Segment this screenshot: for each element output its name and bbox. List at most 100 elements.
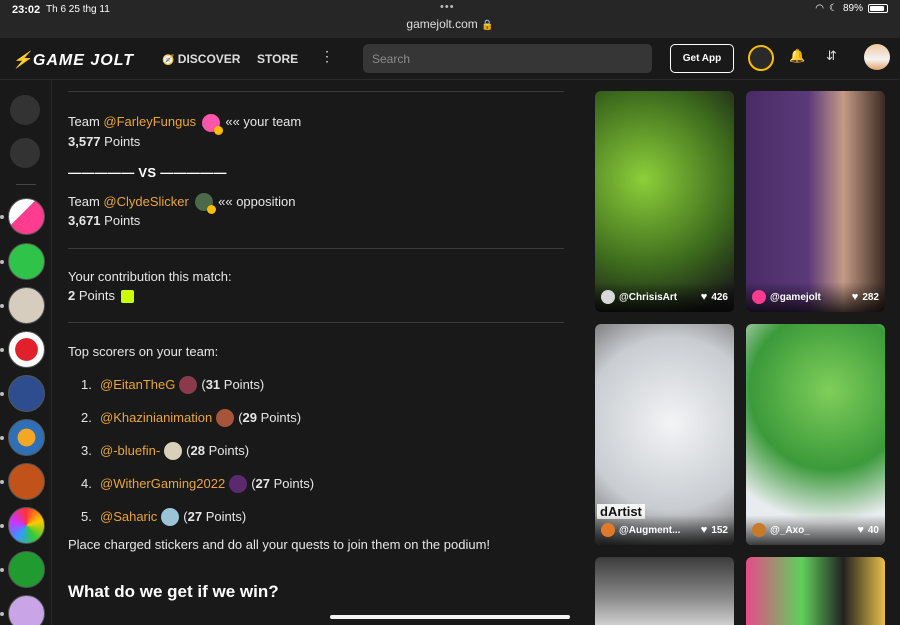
community-avatar[interactable] [8, 507, 45, 544]
more-vertical-icon[interactable]: ⋮ [320, 48, 334, 65]
get-app-button[interactable]: Get App [670, 44, 734, 73]
scorer-points: 29 [242, 409, 258, 425]
feed-card[interactable]: @_Axo_ ♥ 40 [746, 324, 885, 545]
scorer-user-link[interactable]: @Saharic [100, 506, 157, 528]
opposition-line: Team @ClydeSlicker «« opposition [68, 192, 564, 215]
scorer-points: 28 [190, 442, 205, 458]
url-text: gamejolt.com [406, 17, 478, 31]
community-avatar[interactable] [8, 595, 45, 625]
feed-card[interactable]: dArtist @Augment... ♥ 152 [595, 324, 734, 545]
your-team-points: 3,577 Points [68, 132, 564, 151]
scorer-points: 27 [187, 508, 203, 524]
community-avatar[interactable] [8, 331, 45, 368]
charge-icon [120, 290, 134, 304]
user-avatar-mini [194, 193, 216, 215]
heart-icon[interactable]: ♥ [852, 291, 859, 303]
points-word: Points [104, 213, 141, 229]
opposition-user-link[interactable]: @ClydeSlicker [103, 194, 188, 209]
heart-icon[interactable]: ♥ [701, 291, 708, 303]
battery-fill [870, 6, 885, 11]
like-count: 40 [867, 524, 879, 536]
left-sidebar [0, 80, 52, 625]
card-avatar [601, 290, 615, 304]
user-avatar-mini [164, 441, 183, 460]
rank: 3. [81, 442, 92, 458]
card-meta: @_Axo_ ♥ 40 [746, 515, 885, 545]
card-avatar [752, 523, 766, 537]
like-count: 152 [711, 524, 728, 536]
heart-icon[interactable]: ♥ [701, 524, 708, 536]
divider [68, 248, 564, 250]
quest-icon[interactable]: ⇵ [826, 48, 837, 64]
sidebar-divider [16, 184, 36, 185]
community-avatar[interactable] [8, 198, 45, 235]
card-meta: @gamejolt ♥ 282 [746, 282, 885, 312]
discover-link[interactable]: 🧭 DISCOVER [162, 52, 240, 66]
unread-dot [0, 524, 4, 528]
user-avatar-mini [216, 408, 235, 427]
list-item: 4. @WitherGaming2022 (27 Points) [68, 467, 564, 500]
community-avatar[interactable] [8, 463, 45, 500]
multitask-dots-icon[interactable]: ••• [440, 1, 455, 13]
discover-sidebar-icon[interactable] [10, 95, 40, 125]
rank: 2. [81, 409, 92, 425]
community-avatar[interactable] [8, 551, 45, 588]
heart-icon[interactable]: ♥ [857, 524, 864, 536]
wifi-icon: ◠ [815, 3, 825, 14]
search-input[interactable] [363, 44, 652, 73]
divider [68, 322, 564, 324]
scorer-user-link[interactable]: @EitanTheG [100, 374, 175, 396]
user-avatar[interactable] [864, 44, 890, 70]
unread-dot [0, 304, 4, 308]
scorer-user-link[interactable]: @-bluefin- [100, 440, 160, 462]
community-avatar[interactable] [8, 375, 45, 412]
team-label: Team [68, 193, 100, 209]
card-user[interactable]: @Augment... [619, 525, 697, 536]
card-avatar [601, 523, 615, 537]
library-icon[interactable] [10, 138, 40, 168]
scorer-user-link[interactable]: @WitherGaming2022 [100, 473, 225, 495]
vs-separator: ————— VS ————— [68, 164, 227, 180]
quest-main-content: Team @FarleyFungus «« your team 3,577 Po… [68, 80, 564, 602]
list-item: 3. @-bluefin- (28 Points) [68, 434, 564, 467]
card-user[interactable]: @gamejolt [770, 292, 848, 303]
feed-card[interactable]: @ChrisisArt ♥ 426 [595, 91, 734, 312]
card-user[interactable]: @ChrisisArt [619, 292, 697, 303]
discover-label: DISCOVER [177, 52, 241, 66]
points-word: Points [208, 442, 245, 458]
card-avatar [752, 290, 766, 304]
user-avatar-mini [229, 474, 248, 493]
your-team-line: Team @FarleyFungus «« your team [68, 112, 564, 135]
feed-card[interactable]: @gamejolt ♥ 282 [746, 91, 885, 312]
battery-icon [868, 4, 888, 13]
bell-icon[interactable]: 🔔 [789, 48, 805, 64]
unread-dot [0, 480, 4, 484]
team-label: Team [68, 114, 100, 129]
feed-card[interactable] [746, 557, 885, 625]
points-word: Points [104, 133, 141, 149]
card-user[interactable]: @_Axo_ [770, 525, 853, 536]
community-avatar[interactable] [8, 419, 45, 456]
lightning-logo-icon: ⚡ [12, 52, 33, 69]
community-avatar[interactable] [8, 243, 45, 280]
scorer-user-link[interactable]: @Khazinianimation [100, 407, 212, 429]
points-word: Points [223, 376, 260, 392]
your-team-note: «« your team [225, 114, 302, 129]
unread-dot [0, 436, 4, 440]
opposition-points-value: 3,671 [68, 213, 101, 229]
card-meta: @ChrisisArt ♥ 426 [595, 282, 734, 312]
community-avatar[interactable] [8, 287, 45, 324]
team-user-link[interactable]: @FarleyFungus [103, 114, 196, 129]
scorer-points: 27 [255, 475, 271, 491]
date: Th 6 25 thg 11 [46, 4, 110, 15]
top-scorers-list: 1. @EitanTheG (31 Points) 2. @Khaziniani… [68, 368, 564, 533]
opposition-note: «« opposition [218, 193, 296, 209]
contribution-block: Your contribution this match: 2 Points [68, 267, 564, 305]
unread-dot [0, 612, 4, 616]
game-jolt-logo[interactable]: ⚡GAME JOLT [12, 50, 134, 70]
status-indicators: ◠ ☾ 89% [815, 3, 888, 14]
feed-card[interactable] [595, 557, 734, 625]
address-bar[interactable]: gamejolt.com 🔒 [0, 17, 900, 31]
trophy-badge-icon[interactable] [748, 45, 774, 71]
store-link[interactable]: STORE [257, 52, 298, 66]
